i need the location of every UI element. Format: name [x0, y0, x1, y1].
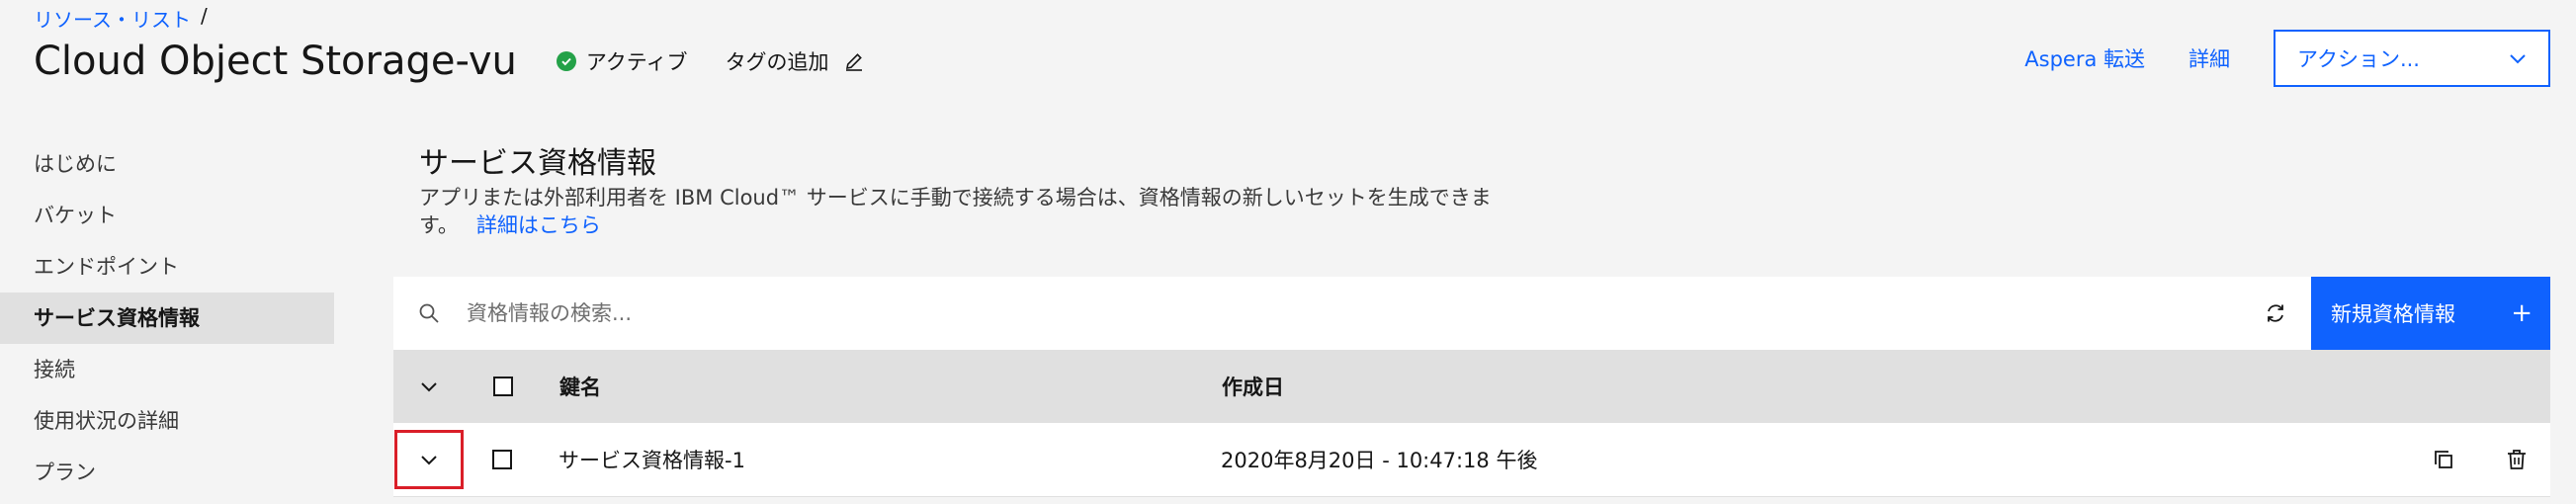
- search-input[interactable]: [465, 283, 2240, 344]
- sidebar-item-endpoints[interactable]: エンドポイント: [0, 241, 334, 293]
- section-title: サービス資格情報: [419, 146, 656, 181]
- table-row: サービス資格情報-1 2020年8月20日 - 10:47:18 午後: [393, 423, 2550, 497]
- plus-icon: +: [2511, 298, 2533, 328]
- add-tag-label: タグの追加: [725, 50, 829, 74]
- sidebar: はじめに バケット エンドポイント サービス資格情報 接続 使用状況の詳細 プラ…: [0, 138, 334, 498]
- header-actions: Aspera 転送 詳細 アクション...: [2024, 30, 2550, 87]
- row-checkbox[interactable]: [492, 450, 512, 469]
- copy-icon: [2435, 451, 2452, 468]
- edit-icon: [845, 53, 862, 71]
- search-icon: [393, 302, 465, 324]
- breadcrumb-separator: /: [201, 4, 208, 28]
- aspera-transfer-link[interactable]: Aspera 転送: [2024, 43, 2145, 73]
- trash-icon: [2508, 450, 2526, 469]
- sidebar-item-usage-details[interactable]: 使用状況の詳細: [0, 395, 334, 447]
- check-circle-icon: [556, 51, 576, 71]
- add-tag-button[interactable]: タグの追加: [726, 46, 865, 76]
- delete-button[interactable]: [2505, 448, 2529, 471]
- chevron-down-icon: [421, 456, 437, 465]
- details-link[interactable]: 詳細: [2189, 43, 2230, 73]
- chevron-down-icon: [2510, 54, 2526, 64]
- row-created-date: 2020年8月20日 - 10:47:18 午後: [1221, 449, 1538, 472]
- section-description: アプリまたは外部利用者を IBM Cloud™ サービスに手動で接続する場合は、…: [419, 184, 1497, 239]
- credentials-table: 鍵名 作成日 サービス資格情報-1 2020年8月20日 - 10:47:18 …: [393, 350, 2550, 497]
- credentials-toolbar: 新規資格情報 +: [393, 277, 2550, 350]
- breadcrumb: リソース・リスト /: [34, 4, 208, 33]
- actions-dropdown-label: アクション...: [2297, 47, 2420, 71]
- table-header: 鍵名 作成日: [393, 350, 2550, 423]
- breadcrumb-resource-list-link[interactable]: リソース・リスト: [34, 4, 191, 33]
- sidebar-item-getting-started[interactable]: はじめに: [0, 138, 334, 190]
- new-credential-label: 新規資格情報: [2331, 302, 2455, 326]
- sidebar-item-service-credentials[interactable]: サービス資格情報: [0, 293, 334, 344]
- sidebar-item-connections[interactable]: 接続: [0, 344, 334, 395]
- status-badge: アクティブ: [556, 46, 688, 76]
- sidebar-item-plan[interactable]: プラン: [0, 447, 334, 498]
- column-header-created[interactable]: 作成日: [1222, 372, 2432, 401]
- row-key-name: サービス資格情報-1: [558, 449, 745, 472]
- expand-all-button[interactable]: [393, 350, 465, 423]
- copy-button[interactable]: [2432, 448, 2455, 471]
- select-all-checkbox[interactable]: [493, 377, 513, 396]
- refresh-icon: [2268, 304, 2283, 322]
- refresh-button[interactable]: [2240, 277, 2311, 350]
- status-text: アクティブ: [585, 50, 688, 74]
- column-header-key-name[interactable]: 鍵名: [542, 372, 1222, 401]
- page-title: Cloud Object Storage-vu: [34, 39, 517, 84]
- chevron-down-icon: [421, 382, 437, 392]
- expand-row-button[interactable]: [394, 430, 464, 489]
- actions-dropdown[interactable]: アクション...: [2274, 30, 2550, 87]
- title-row: Cloud Object Storage-vu アクティブ タグの追加: [34, 34, 865, 89]
- sidebar-item-buckets[interactable]: バケット: [0, 190, 334, 241]
- learn-more-link[interactable]: 詳細はこちら: [476, 213, 601, 237]
- new-credential-button[interactable]: 新規資格情報 +: [2311, 277, 2550, 350]
